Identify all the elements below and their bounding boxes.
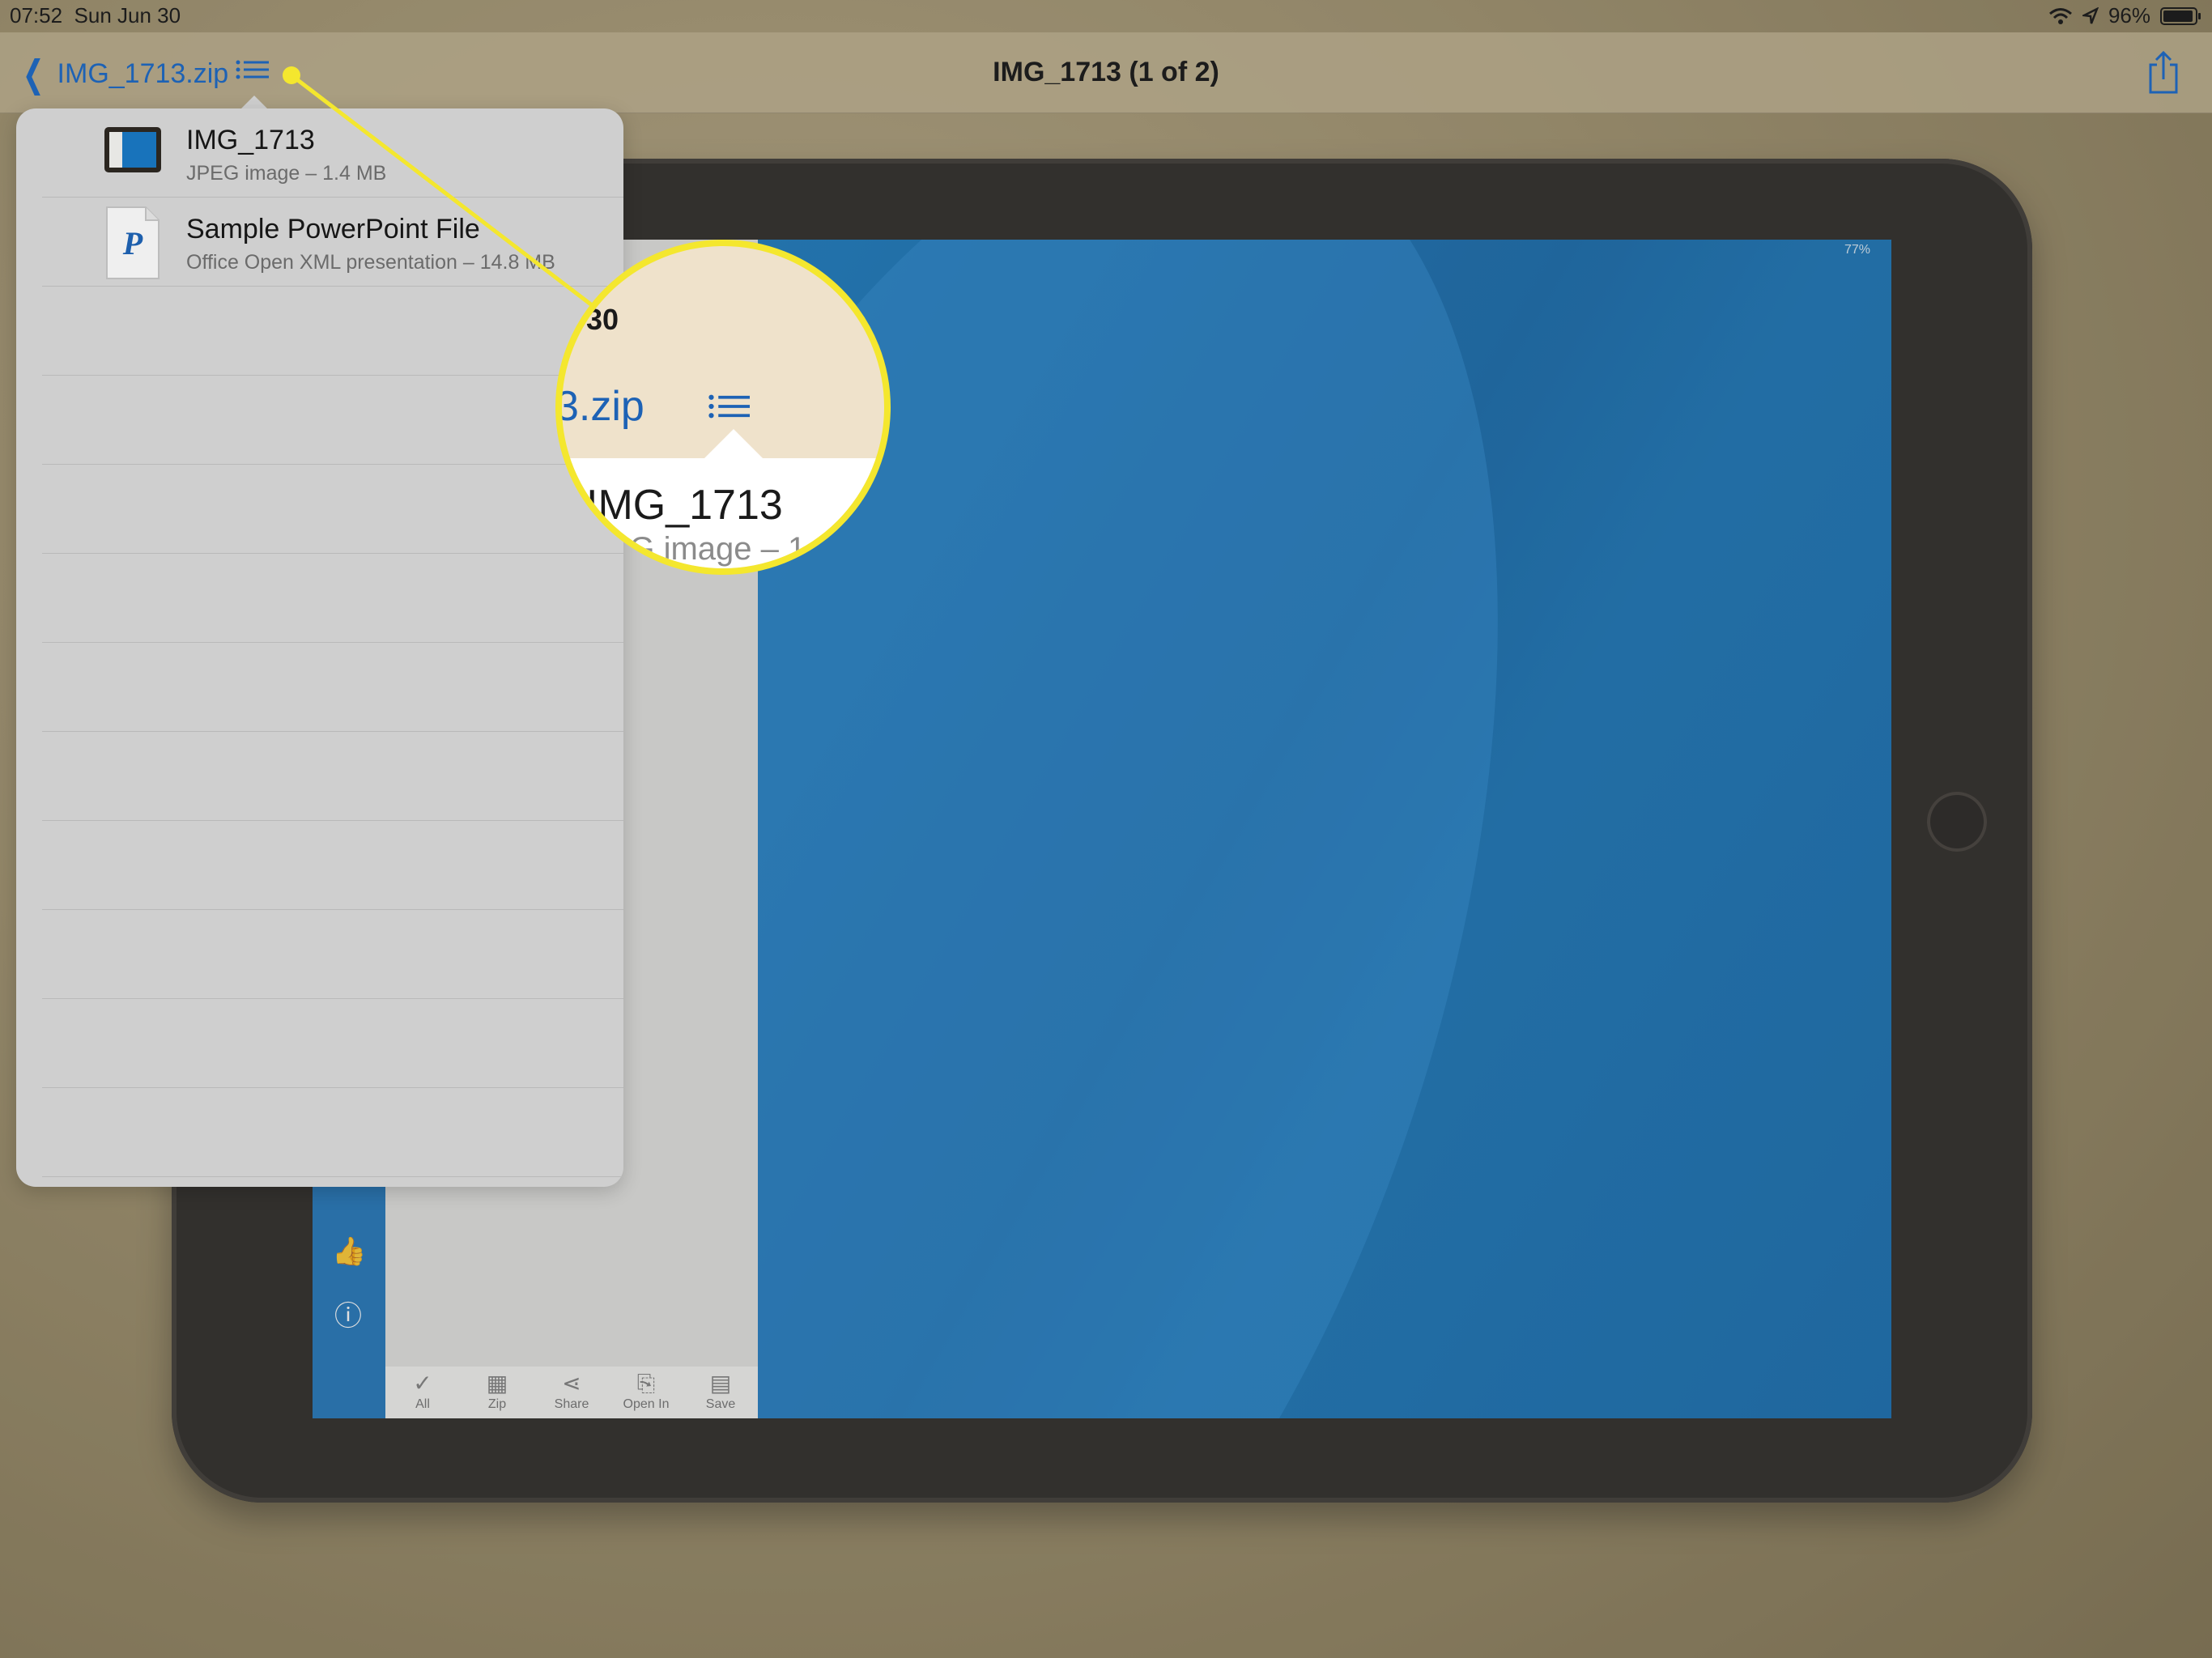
magnified-status-text: 30	[586, 303, 619, 336]
empty-row	[42, 287, 623, 376]
status-right: 96%	[2048, 3, 2201, 28]
file-meta: Office Open XML presentation – 14.8 MB	[186, 251, 555, 274]
file-name: Sample PowerPoint File	[186, 214, 480, 244]
navigation-bar: ❮ IMG_1713.zip IMG_1713 (1 of 2)	[0, 32, 2212, 113]
magnified-file-name: IMG_1713	[586, 482, 783, 529]
empty-row	[42, 1088, 623, 1177]
empty-row	[42, 643, 623, 732]
share-button[interactable]	[2146, 50, 2181, 96]
status-bar: 07:52 Sun Jun 30 96%	[0, 0, 2212, 32]
share-icon	[2149, 50, 2178, 94]
empty-row	[42, 376, 623, 465]
wifi-icon	[2048, 7, 2072, 24]
status-time: 07:52 Sun Jun 30	[10, 3, 181, 28]
file-row-powerpoint[interactable]: P Sample PowerPoint File Office Open XML…	[42, 198, 623, 287]
magnifier-callout: 30 3.zip IMG_1713 PEG image – 1	[555, 240, 891, 575]
image-thumbnail	[104, 127, 161, 172]
empty-row	[42, 910, 623, 999]
empty-row	[42, 554, 623, 643]
powerpoint-doc-icon: P	[106, 206, 160, 279]
empty-row	[42, 465, 623, 554]
file-meta: JPEG image – 1.4 MB	[186, 162, 387, 185]
magnified-file-meta: PEG image – 1	[586, 531, 806, 567]
file-name: IMG_1713	[186, 125, 315, 155]
empty-row	[42, 999, 623, 1088]
empty-row	[42, 732, 623, 821]
file-row-image[interactable]: IMG_1713 JPEG image – 1.4 MB	[42, 108, 623, 198]
magnified-back-label: 3.zip	[555, 383, 644, 430]
magnified-popover-arrow	[704, 429, 763, 458]
location-arrow-icon	[2082, 6, 2099, 23]
status-date: Sun Jun 30	[74, 3, 181, 28]
battery-percent: 96%	[2108, 3, 2150, 28]
page-title: IMG_1713 (1 of 2)	[993, 57, 1219, 87]
battery-fill	[2163, 10, 2193, 22]
empty-row	[42, 821, 623, 910]
status-clock: 07:52	[10, 3, 63, 28]
svg-text:P: P	[122, 225, 143, 261]
magnified-list-icon	[708, 394, 750, 419]
file-list-popover: IMG_1713 JPEG image – 1.4 MB P Sample Po…	[16, 108, 623, 1187]
battery-icon	[2160, 6, 2201, 25]
